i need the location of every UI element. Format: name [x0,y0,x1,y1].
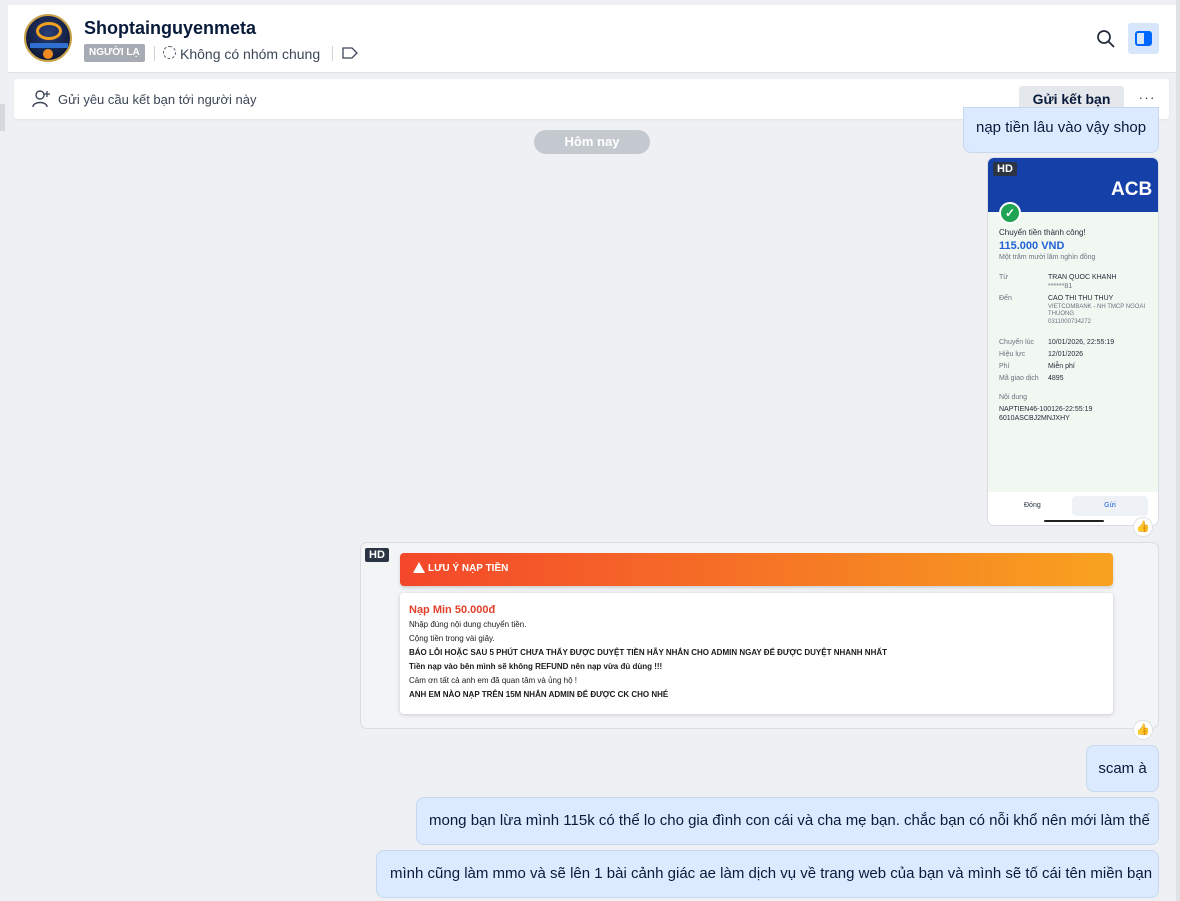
divider [332,46,333,61]
message-bubble[interactable]: mình cũng làm mmo và sẽ lên 1 bài cảnh g… [376,850,1159,898]
success-check-icon: ✓ [999,202,1021,224]
message-bubble[interactable]: nạp tiền lâu vào vậy shop [963,107,1159,153]
transfer-time: 10/01/2026, 22:55:19 [1048,339,1115,346]
notice-line: BÁO LỖI HOẶC SAU 5 PHÚT CHƯA THẤY ĐƯỢC D… [409,648,888,657]
search-icon[interactable] [1096,29,1116,49]
notice-title: LƯU Ý NẠP TIỀN [428,563,509,574]
notice-body: Nạp Min 50.000đ Nhập đúng nội dung chuyể… [400,593,1113,714]
from-account: ******81 [1048,283,1073,290]
thumbs-up-icon[interactable]: 👍 [1133,720,1153,740]
share-label: Gửi [1072,496,1148,516]
window-edge [1176,0,1180,901]
warning-icon [413,562,425,573]
message-text: mình cũng làm mmo và sẽ lên 1 bài cảnh g… [390,865,1153,882]
common-group-status[interactable]: Không có nhóm chung [180,46,320,62]
avatar[interactable] [24,14,72,62]
group-dashed-icon [163,46,176,59]
thumbs-up-icon[interactable]: 👍 [1133,517,1153,537]
receipt-amount: 115.000 VND [999,240,1065,252]
fee-label: Phí [999,363,1010,370]
from-name: TRAN QUOC KHANH [1048,274,1117,281]
home-indicator [1044,520,1104,522]
stranger-badge: NGƯỜI LẠ [84,44,145,62]
chat-header: Shoptainguyenmeta NGƯỜI LẠ Không có nhóm… [8,5,1176,73]
tag-icon[interactable] [342,47,358,59]
to-name: CAO THI THU THUY [1048,295,1114,302]
content-value-cont: 6010ASCBJ2MNJXHY [999,415,1070,422]
min-deposit: Nạp Min 50.000đ [409,604,496,616]
close-label: Đóng [1024,502,1041,509]
notice-line: Cảm ơn tất cả anh em đã quan tâm và ủng … [409,676,578,685]
receipt-amount-words: Một trăm mười lăm nghìn đồng [999,254,1096,261]
message-text: scam à [1098,760,1147,777]
message-text: mong bạn lừa mình 115k có thể lo cho gia… [429,812,1150,829]
notice-line: Tiền nạp vào bên mình sẽ không REFUND nê… [409,662,663,671]
txn-label: Mã giao dịch [999,375,1039,382]
message-text: nạp tiền lâu vào vậy shop [976,119,1147,136]
content-value: NAPTIEN46-100126-22:55:19 [999,406,1093,413]
transfer-receipt-image[interactable]: HD ACB ✓ Chuyển tiền thành công! 115.000… [987,157,1159,526]
to-bank: VIETCOMBANK - NH TMCP NGOAI [1048,304,1146,310]
hd-badge: HD [993,162,1017,176]
to-account: 0311000734272 [1048,319,1091,325]
notice-line: Nhập đúng nội dung chuyển tiền. [409,620,527,629]
add-user-icon [32,90,50,108]
friend-request-text: Gửi yêu cầu kết bạn tới người này [58,92,257,107]
left-edge-handle [0,104,5,131]
sidebar-toggle-button[interactable] [1128,23,1159,54]
contact-name[interactable]: Shoptainguyenmeta [84,18,256,39]
notice-banner: LƯU Ý NẠP TIỀN [400,553,1113,586]
receipt-actions: Đóng Gửi [988,492,1158,525]
message-bubble[interactable]: scam à [1086,745,1159,792]
effective-date: 12/01/2026 [1048,351,1084,358]
notice-line: ANH EM NÀO NẠP TRÊN 15M NHẮN ADMIN ĐỂ ĐƯ… [409,690,669,699]
to-label: Đến [999,295,1012,302]
txn-value: 4895 [1048,375,1064,382]
to-bank-cont: THUONG [1048,311,1074,317]
bank-logo: ACB [1111,179,1153,200]
transfer-time-label: Chuyển lúc [999,339,1035,346]
sidebar-toggle-icon [1135,31,1152,46]
effective-label: Hiệu lực [999,351,1026,358]
from-label: Từ [999,274,1008,281]
hd-badge: HD [365,548,389,562]
receipt-status: Chuyển tiền thành công! [999,228,1086,237]
content-label: Nội dung [999,394,1028,401]
fee-value: Miễn phí [1048,363,1075,370]
message-bubble[interactable]: mong bạn lừa mình 115k có thể lo cho gia… [416,797,1159,845]
notice-line: Cộng tiền trong vài giây. [409,634,495,643]
date-separator: Hôm nay [534,130,650,154]
deposit-notice-image[interactable]: HD LƯU Ý NẠP TIỀN Nạp Min 50.000đ Nhập đ… [360,542,1159,729]
divider [154,46,155,61]
